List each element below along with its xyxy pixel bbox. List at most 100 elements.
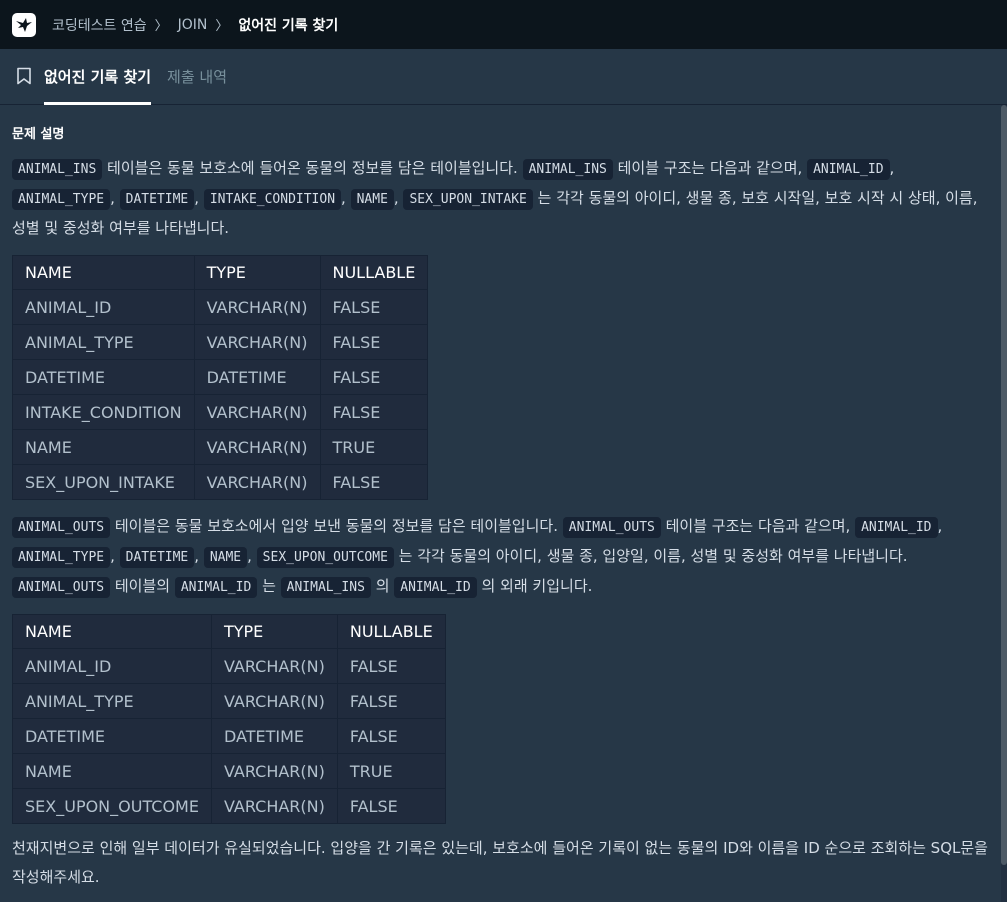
code-animal-id: ANIMAL_ID — [807, 159, 890, 180]
text: 의 외래 키입니다. — [476, 577, 593, 595]
code-animal-outs: ANIMAL_OUTS — [12, 577, 111, 598]
text: 는 각각 동물의 아이디, 생물 종, 입양일, 이름, 성별 및 중성화 여부… — [393, 547, 908, 565]
column-header: NULLABLE — [336, 614, 446, 649]
problem-tab-bar: 없어진 기록 찾기 제출 내역 — [0, 49, 1007, 105]
table-cell: DATETIME — [193, 359, 321, 395]
tab-submissions-label: 제출 내역 — [167, 67, 228, 86]
table-cell: SEX_UPON_INTAKE — [12, 464, 195, 500]
column-header: NAME — [12, 614, 212, 649]
breadcrumb-separator: 〉 — [215, 19, 229, 34]
text: , — [194, 547, 204, 565]
table-cell: SEX_UPON_OUTCOME — [12, 788, 212, 824]
text: 테이블은 동물 보호소에 들어온 동물의 정보를 담은 테이블입니다. — [102, 159, 523, 177]
table-cell: ANIMAL_TYPE — [12, 683, 212, 719]
tab-problem-label: 없어진 기록 찾기 — [44, 67, 152, 86]
code-animal-outs: ANIMAL_OUTS — [12, 517, 111, 538]
table-row: ANIMAL_TYPE VARCHAR(N) FALSE — [12, 324, 429, 360]
column-header: NAME — [12, 255, 195, 290]
text: 테이블 구조는 다음과 같으며, — [612, 159, 808, 177]
scrollbar-thumb[interactable] — [1001, 105, 1007, 865]
text: , — [247, 547, 257, 565]
table-row: SEX_UPON_INTAKE VARCHAR(N) FALSE — [12, 464, 429, 500]
table-cell: VARCHAR(N) — [193, 289, 321, 325]
text: 테이블의 — [110, 577, 175, 595]
paragraph-animal-outs: ANIMAL_OUTS 테이블은 동물 보호소에서 입양 보낸 동물의 정보를 … — [12, 512, 992, 602]
code-name: NAME — [350, 189, 394, 210]
table-cell: VARCHAR(N) — [193, 394, 321, 430]
table-cell: FALSE — [336, 648, 446, 684]
table-row: NAME VARCHAR(N) TRUE — [12, 429, 429, 465]
paragraph-animal-ins: ANIMAL_INS 테이블은 동물 보호소에 들어온 동물의 정보를 담은 테… — [12, 154, 992, 243]
code-animal-id: ANIMAL_ID — [855, 517, 938, 538]
text: 테이블 구조는 다음과 같으며, — [660, 517, 856, 535]
breadcrumb-coding-test[interactable]: 코딩테스트 연습 — [52, 15, 147, 35]
table-cell: DATETIME — [210, 718, 338, 754]
table-cell: FALSE — [319, 464, 429, 500]
text: , — [341, 189, 351, 207]
table-cell: VARCHAR(N) — [210, 648, 338, 684]
section-title: 문제 설명 — [12, 127, 65, 142]
table-cell: VARCHAR(N) — [193, 429, 321, 465]
code-animal-id: ANIMAL_ID — [394, 577, 477, 598]
table-cell: TRUE — [336, 753, 446, 789]
code-animal-outs: ANIMAL_OUTS — [562, 517, 661, 538]
animal-outs-schema-table: NAME TYPE NULLABLE ANIMAL_ID VARCHAR(N) … — [12, 614, 446, 824]
code-animal-id: ANIMAL_ID — [174, 577, 258, 598]
table-cell: NAME — [12, 753, 212, 789]
column-header: NULLABLE — [319, 255, 429, 290]
table-cell: TRUE — [319, 429, 429, 465]
code-sex-upon-intake: SEX_UPON_INTAKE — [403, 189, 533, 210]
bookmark-icon[interactable] — [16, 67, 32, 85]
text: , — [110, 189, 120, 207]
code-sex-upon-outcome: SEX_UPON_OUTCOME — [256, 547, 394, 568]
table-cell: VARCHAR(N) — [210, 683, 338, 719]
breadcrumb-current-problem: 없어진 기록 찾기 — [238, 17, 339, 34]
table-header-row: NAME TYPE NULLABLE — [12, 614, 446, 649]
animal-ins-schema-table: NAME TYPE NULLABLE ANIMAL_ID VARCHAR(N) … — [12, 255, 429, 500]
table-cell: FALSE — [319, 394, 429, 430]
table-cell: ANIMAL_ID — [12, 648, 212, 684]
programmers-logo-icon[interactable] — [12, 12, 36, 37]
text: , — [889, 159, 895, 177]
code-datetime: DATETIME — [119, 189, 195, 210]
code-animal-ins: ANIMAL_INS — [12, 159, 103, 180]
code-animal-type: ANIMAL_TYPE — [12, 189, 111, 210]
table-row: SEX_UPON_OUTCOME VARCHAR(N) FALSE — [12, 788, 446, 824]
problem-description: 문제 설명 ANIMAL_INS 테이블은 동물 보호소에 들어온 동물의 정보… — [12, 105, 992, 892]
table-row: DATETIME DATETIME FALSE — [12, 359, 429, 395]
table-cell: FALSE — [336, 718, 446, 754]
code-animal-ins: ANIMAL_INS — [280, 577, 371, 598]
text: , — [110, 547, 120, 565]
table-cell: VARCHAR(N) — [210, 753, 338, 789]
table-cell: INTAKE_CONDITION — [12, 394, 195, 430]
table-cell: FALSE — [336, 683, 446, 719]
top-navigation-bar: 코딩테스트 연습 〉 JOIN 〉 없어진 기록 찾기 — [0, 0, 1007, 49]
text: 의 — [370, 577, 395, 595]
table-row: ANIMAL_ID VARCHAR(N) FALSE — [12, 289, 429, 325]
tab-problem[interactable]: 없어진 기록 찾기 — [16, 48, 152, 105]
table-cell: FALSE — [319, 359, 429, 395]
code-animal-type: ANIMAL_TYPE — [12, 547, 111, 568]
table-row: NAME VARCHAR(N) TRUE — [12, 753, 446, 789]
table-cell: VARCHAR(N) — [193, 324, 321, 360]
table-cell: DATETIME — [12, 359, 195, 395]
table-cell: FALSE — [319, 324, 429, 360]
table-row: ANIMAL_TYPE VARCHAR(N) FALSE — [12, 683, 446, 719]
text: 는 — [257, 577, 281, 595]
column-header: TYPE — [193, 255, 321, 290]
code-animal-ins: ANIMAL_INS — [522, 159, 613, 180]
content-scrollbar[interactable] — [1001, 105, 1007, 902]
table-row: INTAKE_CONDITION VARCHAR(N) FALSE — [12, 394, 429, 430]
table-row: DATETIME DATETIME FALSE — [12, 718, 446, 754]
table-cell: VARCHAR(N) — [193, 464, 321, 500]
table-cell: ANIMAL_TYPE — [12, 324, 195, 360]
tab-submissions[interactable]: 제출 내역 — [167, 48, 227, 104]
table-cell: DATETIME — [12, 718, 212, 754]
breadcrumb-join[interactable]: JOIN — [178, 17, 208, 33]
table-cell: NAME — [12, 429, 195, 465]
text: 테이블은 동물 보호소에서 입양 보낸 동물의 정보를 담은 테이블입니다. — [110, 517, 563, 535]
table-cell: VARCHAR(N) — [210, 788, 338, 824]
code-intake-condition: INTAKE_CONDITION — [203, 189, 342, 210]
code-datetime: DATETIME — [119, 547, 195, 568]
breadcrumb-separator: 〉 — [154, 19, 168, 34]
